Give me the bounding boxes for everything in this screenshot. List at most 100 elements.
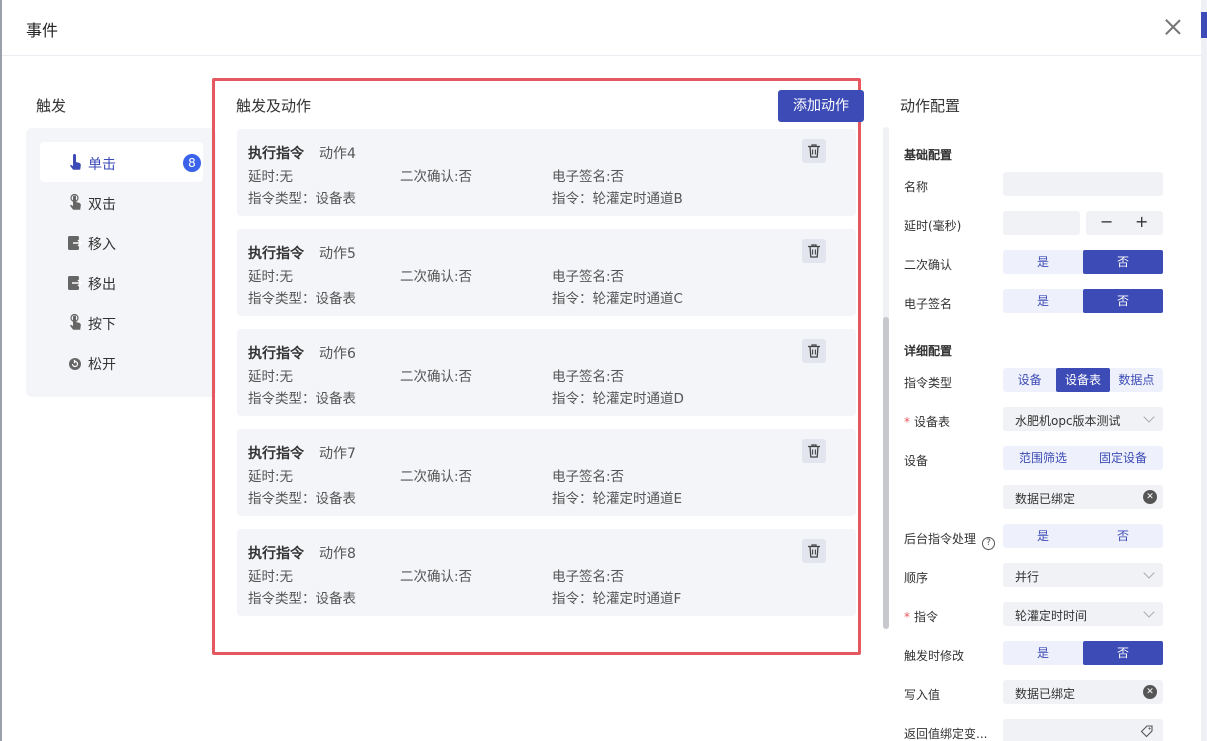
backend-yes[interactable]: 是 (1003, 524, 1083, 548)
action-delay: 延时:无 (248, 469, 294, 485)
confirm-label: 二次确认 (904, 258, 953, 272)
action-delay: 延时:无 (248, 369, 294, 385)
action-cmd: 指令：轮灌定时通道B (552, 191, 683, 207)
action-cmd: 指令：轮灌定时通道E (552, 491, 683, 507)
clear-icon[interactable]: ✕ (1143, 490, 1157, 504)
required-mark: * (904, 610, 910, 624)
double-tap-icon (70, 194, 81, 210)
return-binding-field[interactable] (1003, 719, 1163, 741)
press-icon (70, 314, 81, 330)
delete-button[interactable] (802, 339, 826, 363)
cmd-label: * 指令 (904, 610, 939, 624)
delete-button[interactable] (802, 139, 826, 163)
action-esign: 电子签名:否 (552, 569, 625, 585)
modify-label: 触发时修改 (904, 649, 965, 663)
modify-yes[interactable]: 是 (1003, 641, 1083, 665)
trigger-list: 单击 8 双击 移入 移出 按下 松开 (26, 128, 216, 397)
action-name: 动作4 (319, 146, 356, 162)
device-table-select[interactable]: 水肥机opc版本测试 (1003, 407, 1163, 431)
config-title: 动作配置 (900, 97, 961, 115)
close-icon[interactable] (1163, 17, 1183, 37)
trigger-item-release[interactable]: 松开 (40, 342, 203, 382)
action-delay: 延时:无 (248, 169, 294, 185)
trigger-item-double-click[interactable]: 双击 (40, 182, 203, 222)
action-delay: 延时:无 (248, 569, 294, 585)
cmd-type-device-table[interactable]: 设备表 (1056, 368, 1110, 392)
action-confirm: 二次确认:否 (400, 169, 473, 185)
action-card[interactable]: 执行指令 动作4 延时:无 二次确认:否 电子签名:否 指令类型：设备表 指令：轮灌定时通道… (237, 129, 856, 216)
delete-button[interactable] (802, 439, 826, 463)
action-name: 动作6 (319, 346, 356, 362)
name-input[interactable] (1003, 172, 1163, 196)
device-binding-value: 数据已绑定 (1015, 492, 1076, 506)
backdrop-accent (1200, 12, 1207, 38)
action-type: 执行指令 (248, 446, 304, 462)
trigger-item-press[interactable]: 按下 (40, 302, 203, 342)
name-label: 名称 (904, 180, 929, 194)
device-table-label: * 设备表 (904, 415, 951, 429)
device-table-value: 水肥机opc版本测试 (1015, 414, 1121, 428)
action-cmd-type: 指令类型：设备表 (248, 391, 356, 407)
trigger-item-move-out[interactable]: 移出 (40, 262, 203, 302)
device-range-filter[interactable]: 范围筛选 (1003, 446, 1083, 470)
cmd-type-datapoint[interactable]: 数据点 (1110, 368, 1163, 392)
increment-button[interactable]: + (1135, 212, 1148, 231)
action-type: 执行指令 (248, 246, 304, 262)
esign-yes[interactable]: 是 (1003, 289, 1083, 313)
cmd-value: 轮灌定时时间 (1015, 609, 1088, 623)
order-select[interactable]: 并行 (1003, 563, 1163, 587)
action-name: 动作7 (319, 446, 356, 462)
trash-icon (808, 544, 820, 558)
delay-label: 延时(毫秒) (904, 219, 962, 233)
confirm-no[interactable]: 否 (1083, 250, 1163, 274)
delete-button[interactable] (802, 539, 826, 563)
decrement-button[interactable]: − (1100, 212, 1113, 231)
delete-button[interactable] (802, 239, 826, 263)
action-cmd-type: 指令类型：设备表 (248, 291, 356, 307)
action-card[interactable]: 执行指令 动作8 延时:无 二次确认:否 电子签名:否 指令类型：设备表 指令：轮灌定时通道… (237, 529, 856, 616)
action-card[interactable]: 执行指令 动作7 延时:无 二次确认:否 电子签名:否 指令类型：设备表 指令：轮灌定时通道… (237, 429, 856, 516)
backdrop-right (1200, 0, 1207, 741)
esign-no[interactable]: 否 (1083, 289, 1163, 313)
action-cmd-type: 指令类型：设备表 (248, 191, 356, 207)
action-card[interactable]: 执行指令 动作5 延时:无 二次确认:否 电子签名:否 指令类型：设备表 指令：轮灌定时通道… (237, 229, 856, 316)
tap-icon (70, 154, 81, 170)
write-value-field[interactable]: 数据已绑定 ✕ (1003, 680, 1163, 704)
action-type: 执行指令 (248, 146, 304, 162)
trash-icon (808, 244, 820, 258)
order-value: 并行 (1015, 570, 1040, 584)
action-confirm: 二次确认:否 (400, 569, 473, 585)
scrollbar-thumb[interactable] (883, 317, 889, 629)
order-label: 顺序 (904, 571, 929, 585)
trigger-item-click[interactable]: 单击 8 (40, 142, 203, 182)
action-cmd-type: 指令类型：设备表 (248, 491, 356, 507)
delay-input[interactable] (1003, 211, 1080, 235)
action-confirm: 二次确认:否 (400, 269, 473, 285)
write-label: 写入值 (904, 688, 941, 702)
action-esign: 电子签名:否 (552, 369, 625, 385)
backend-no[interactable]: 否 (1083, 524, 1163, 548)
delay-stepper: − + (1086, 211, 1163, 235)
device-binding-field[interactable]: 数据已绑定 ✕ (1003, 485, 1163, 509)
action-card[interactable]: 执行指令 动作6 延时:无 二次确认:否 电子签名:否 指令类型：设备表 指令：轮灌定时通道… (237, 329, 856, 416)
help-icon[interactable]: ? (982, 537, 996, 550)
move-out-icon (68, 276, 82, 290)
release-icon (69, 358, 81, 370)
clear-icon[interactable]: ✕ (1143, 685, 1157, 699)
action-cmd: 指令：轮灌定时通道D (552, 391, 684, 407)
cmd-type-device[interactable]: 设备 (1003, 368, 1056, 392)
scrollbar[interactable] (883, 127, 889, 629)
add-action-button[interactable]: 添加动作 (778, 90, 864, 122)
confirm-yes[interactable]: 是 (1003, 250, 1083, 274)
event-dialog: 事件 触发 单击 8 双击 移入 移出 按下 松开 触发及动作 添加动作 执行指… (2, 0, 1201, 741)
cmd-select[interactable]: 轮灌定时时间 (1003, 602, 1163, 626)
trigger-item-move-in[interactable]: 移入 (40, 222, 203, 262)
device-fixed[interactable]: 固定设备 (1083, 446, 1163, 470)
action-confirm: 二次确认:否 (400, 469, 473, 485)
modify-no[interactable]: 否 (1083, 641, 1163, 665)
trigger-item-label: 移入 (88, 237, 116, 253)
cmd-type-label: 指令类型 (904, 376, 953, 390)
dialog-header: 事件 (2, 0, 1201, 56)
trigger-item-label: 移出 (88, 277, 116, 293)
action-delay: 延时:无 (248, 269, 294, 285)
